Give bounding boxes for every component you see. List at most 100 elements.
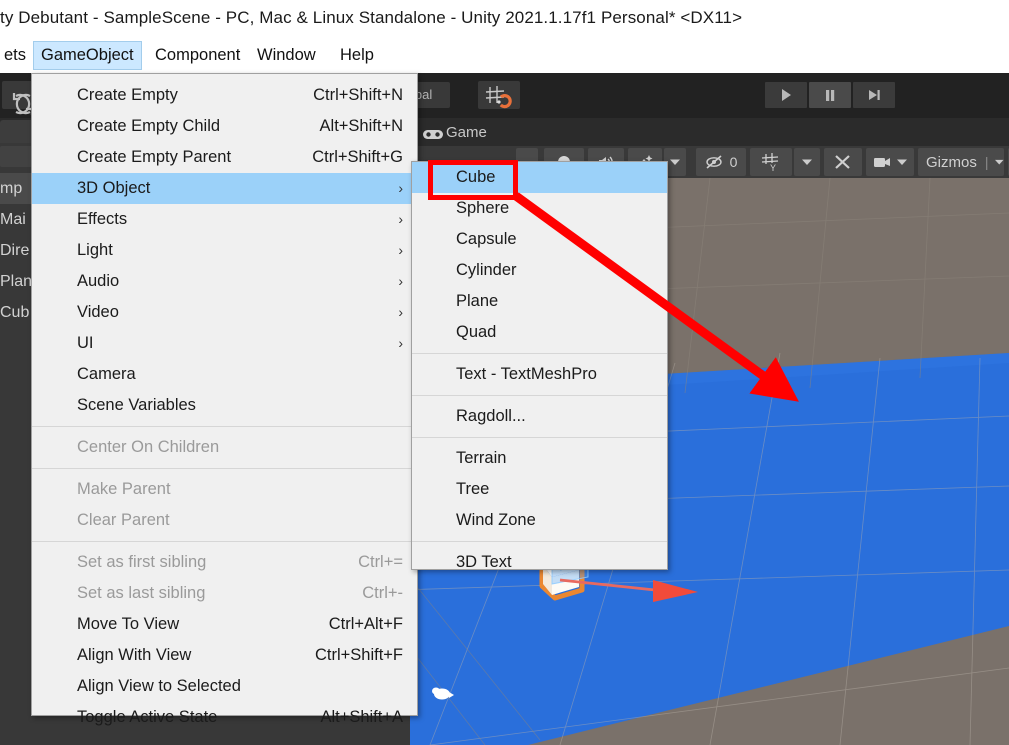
menu-item-ui-label: UI <box>77 334 94 352</box>
submenu-separator <box>412 541 667 542</box>
submenu-item-3d-text[interactable]: 3D Text <box>412 547 667 578</box>
submenu-item-wind-zone[interactable]: Wind Zone <box>412 505 667 536</box>
menubar-item-window[interactable]: Window <box>250 41 323 70</box>
menu-separator <box>32 541 417 542</box>
grid-axis-icon: Y <box>761 153 779 172</box>
app-root: ty Debutant - SampleScene - PC, Mac & Li… <box>0 0 1009 745</box>
menu-item-scene-variables[interactable]: Scene Variables <box>32 390 417 421</box>
menu-item-video[interactable]: Video › <box>32 297 417 328</box>
menu-item-toggle-active-state-label: Toggle Active State <box>77 708 218 726</box>
menu-item-3d-object-label: 3D Object <box>77 179 151 197</box>
window-titlebar: ty Debutant - SampleScene - PC, Mac & Li… <box>0 0 1009 40</box>
submenu-item-ragdoll-label: Ragdoll... <box>456 407 526 425</box>
submenu-item-ragdoll[interactable]: Ragdoll... <box>412 401 667 432</box>
menubar-item-gameobject[interactable]: GameObject <box>33 41 142 70</box>
pause-button[interactable] <box>809 82 851 108</box>
submenu-item-cylinder[interactable]: Cylinder <box>412 255 667 286</box>
menu-item-create-empty-parent-shortcut: Ctrl+Shift+G <box>312 148 403 166</box>
submenu-item-cube[interactable]: Cube <box>412 162 667 193</box>
menubar-item-assets[interactable]: ets <box>0 41 33 70</box>
gizmos-dropdown[interactable]: Gizmos | <box>918 148 1004 176</box>
tools-icon <box>835 155 850 169</box>
submenu-item-terrain-label: Terrain <box>456 449 507 467</box>
menu-item-set-last-sibling-label: Set as last sibling <box>77 584 206 602</box>
menu-item-ui[interactable]: UI › <box>32 328 417 359</box>
submenu-item-text-textmeshpro-label: Text - TextMeshPro <box>456 365 597 383</box>
menu-item-make-parent: Make Parent <box>32 474 417 505</box>
menubar-item-component[interactable]: Component <box>148 41 247 70</box>
menu-item-align-with-view-label: Align With View <box>77 646 192 664</box>
menu-item-create-empty-parent[interactable]: Create Empty Parent Ctrl+Shift+G <box>32 142 417 173</box>
step-icon <box>869 90 880 100</box>
grid-axis-button[interactable]: Y <box>750 148 792 176</box>
menu-item-audio[interactable]: Audio › <box>32 266 417 297</box>
grid-dropdown-button[interactable] <box>794 148 820 176</box>
menu-item-set-last-sibling-shortcut: Ctrl+- <box>362 584 403 602</box>
menu-item-set-last-sibling: Set as last sibling Ctrl+- <box>32 578 417 609</box>
menu-item-effects[interactable]: Effects › <box>32 204 417 235</box>
submenu-separator <box>412 353 667 354</box>
submenu-separator <box>412 395 667 396</box>
submenu-item-cylinder-label: Cylinder <box>456 261 517 279</box>
menu-item-set-first-sibling-shortcut: Ctrl+= <box>358 553 403 571</box>
grid-snapping-button[interactable] <box>478 81 520 109</box>
submenu-item-plane[interactable]: Plane <box>412 286 667 317</box>
menu-item-3d-object[interactable]: 3D Object › <box>32 173 417 204</box>
submenu-item-capsule-label: Capsule <box>456 230 517 248</box>
tab-game[interactable]: Game <box>414 120 501 146</box>
3d-object-submenu[interactable]: Cube Sphere Capsule Cylinder Plane Quad … <box>411 161 668 571</box>
play-icon <box>782 89 791 101</box>
menu-item-set-first-sibling-label: Set as first sibling <box>77 553 207 571</box>
menu-separator <box>32 468 417 469</box>
gizmos-label: Gizmos <box>926 153 977 171</box>
chevron-right-icon: › <box>398 304 403 320</box>
hidden-objects-count: 0 <box>729 154 738 170</box>
menu-item-create-empty-child-shortcut: Alt+Shift+N <box>319 117 403 135</box>
chevron-right-icon: › <box>398 335 403 351</box>
submenu-item-tree[interactable]: Tree <box>412 474 667 505</box>
chevron-down-icon <box>995 159 1004 165</box>
menu-item-clear-parent-label: Clear Parent <box>77 511 170 529</box>
submenu-item-text-textmeshpro[interactable]: Text - TextMeshPro <box>412 359 667 390</box>
scene-tools-button[interactable] <box>824 148 862 176</box>
play-button[interactable] <box>765 82 807 108</box>
chevron-down-icon <box>802 159 812 165</box>
menu-item-create-empty-shortcut: Ctrl+Shift+N <box>313 86 403 104</box>
submenu-item-sphere[interactable]: Sphere <box>412 193 667 224</box>
submenu-item-terrain[interactable]: Terrain <box>412 443 667 474</box>
chevron-down-icon <box>670 159 680 165</box>
submenu-item-quad[interactable]: Quad <box>412 317 667 348</box>
submenu-item-cube-label: Cube <box>456 168 496 186</box>
submenu-separator <box>412 437 667 438</box>
menu-item-toggle-active-state[interactable]: Toggle Active State Alt+Shift+A <box>32 702 417 733</box>
gameobject-dropdown-menu[interactable]: Create Empty Ctrl+Shift+N Create Empty C… <box>31 73 418 726</box>
menu-item-align-view-to-selected[interactable]: Align View to Selected <box>32 671 417 702</box>
menu-item-toggle-active-state-shortcut: Alt+Shift+A <box>320 708 403 726</box>
camera-icon <box>874 158 890 167</box>
menu-item-scene-variables-label: Scene Variables <box>77 396 196 414</box>
scene-camera-dropdown[interactable] <box>866 148 914 176</box>
hidden-objects-button[interactable]: 0 <box>696 148 746 176</box>
step-button[interactable] <box>853 82 895 108</box>
menu-item-move-to-view-shortcut: Ctrl+Alt+F <box>328 615 403 633</box>
menu-item-create-empty-child[interactable]: Create Empty Child Alt+Shift+N <box>32 111 417 142</box>
submenu-item-sphere-label: Sphere <box>456 199 510 217</box>
chevron-right-icon: › <box>398 211 403 227</box>
grid-snap-icon <box>485 86 512 109</box>
menu-item-move-to-view-label: Move To View <box>77 615 180 633</box>
menu-item-align-with-view[interactable]: Align With View Ctrl+Shift+F <box>32 640 417 671</box>
menu-item-create-empty[interactable]: Create Empty Ctrl+Shift+N <box>32 80 417 111</box>
menu-item-light[interactable]: Light › <box>32 235 417 266</box>
playback-controls <box>765 82 895 108</box>
menu-item-video-label: Video <box>77 303 119 321</box>
submenu-item-capsule[interactable]: Capsule <box>412 224 667 255</box>
menu-item-clear-parent: Clear Parent <box>32 505 417 536</box>
window-title: ty Debutant - SampleScene - PC, Mac & Li… <box>0 8 743 27</box>
chevron-right-icon: › <box>398 242 403 258</box>
menubar-item-help[interactable]: Help <box>333 41 381 70</box>
submenu-item-tree-label: Tree <box>456 480 490 498</box>
menu-item-camera[interactable]: Camera <box>32 359 417 390</box>
gamepad-icon <box>423 130 443 139</box>
pause-icon <box>826 90 835 101</box>
menu-item-move-to-view[interactable]: Move To View Ctrl+Alt+F <box>32 609 417 640</box>
